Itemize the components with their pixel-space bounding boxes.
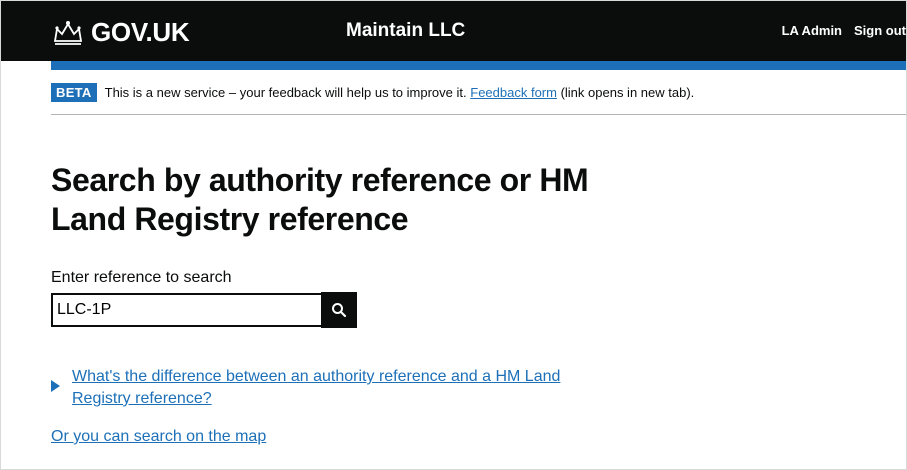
search-label: Enter reference to search xyxy=(51,269,232,286)
govuk-logo-link[interactable]: GOV.UK xyxy=(51,17,190,48)
search-input[interactable] xyxy=(51,293,321,327)
feedback-form-link[interactable]: Feedback form xyxy=(470,85,557,100)
page-title: Search by authority reference or HM Land… xyxy=(51,162,589,237)
phase-banner-text-after: (link opens in new tab). xyxy=(560,85,695,100)
phase-banner: BETA This is a new service – your feedba… xyxy=(51,83,694,102)
crown-icon xyxy=(53,20,83,45)
header-accent-bar xyxy=(51,61,906,70)
phase-banner-text-before: This is a new service – your feedback wi… xyxy=(104,85,467,100)
details-triangle-icon xyxy=(51,380,60,392)
service-name-link[interactable]: Maintain LLC xyxy=(346,20,465,42)
logo-text: GOV.UK xyxy=(91,17,190,47)
browser-viewport: GOV.UK Maintain LLC LA Admin Sign out BE… xyxy=(0,0,907,470)
phase-banner-divider xyxy=(51,114,906,115)
sign-out-link[interactable]: Sign out xyxy=(854,23,906,38)
header-nav: LA Admin Sign out xyxy=(782,23,906,38)
site-header: GOV.UK Maintain LLC LA Admin Sign out xyxy=(1,1,906,61)
search-form xyxy=(51,292,357,328)
search-icon xyxy=(332,303,347,318)
reference-help-details[interactable]: What's the difference between an authori… xyxy=(51,366,592,410)
search-button[interactable] xyxy=(321,292,357,328)
details-summary-link[interactable]: What's the difference between an authori… xyxy=(72,366,592,410)
search-on-map-link[interactable]: Or you can search on the map xyxy=(51,428,266,446)
user-name-link[interactable]: LA Admin xyxy=(782,23,842,38)
beta-tag: BETA xyxy=(51,83,97,102)
phase-banner-text: This is a new service – your feedback wi… xyxy=(105,85,695,100)
